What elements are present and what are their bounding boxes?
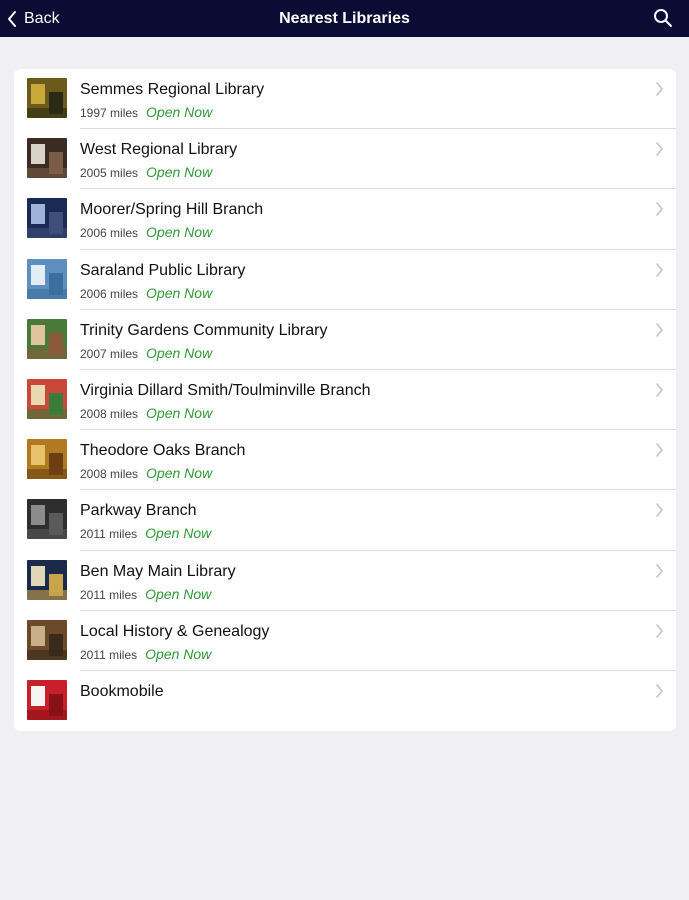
library-name: Virginia Dillard Smith/Toulminville Bran…: [80, 381, 371, 399]
chevron-right-icon: [656, 684, 663, 698]
library-distance: 2006 miles: [80, 226, 139, 241]
library-distance: 2006 miles: [80, 286, 139, 301]
library-row[interactable]: West Regional Library 2005 miles Open Now: [14, 129, 676, 190]
library-distance: 2008 miles: [80, 467, 139, 482]
library-row[interactable]: Parkway Branch 2011 miles Open Now: [14, 490, 676, 551]
chevron-right-icon: [656, 503, 663, 518]
chevron-right-icon: [656, 322, 663, 337]
library-row[interactable]: Bookmobile: [14, 671, 676, 731]
library-distance: 2005 miles: [80, 166, 139, 181]
library-name: Bookmobile: [80, 682, 164, 700]
library-name: Trinity Gardens Community Library: [80, 321, 328, 339]
library-name: Theodore Oaks Branch: [80, 442, 246, 460]
library-row[interactable]: Theodore Oaks Branch 2008 miles Open Now: [14, 430, 676, 491]
chevron-right-icon: [656, 383, 663, 397]
library-row[interactable]: Trinity Gardens Community Library 2007 mi…: [14, 310, 676, 370]
library-photo: [27, 619, 67, 660]
chevron-right-icon: [656, 563, 663, 578]
open-status: Open Now: [146, 344, 213, 361]
library-row[interactable]: Semmes Regional Library 1997 miles Open No…: [14, 69, 676, 130]
nav-bar: Back Nearest Libraries: [0, 0, 689, 37]
library-meta: 2011 miles Open Now: [80, 646, 211, 662]
library-name: Semmes Regional Library: [80, 81, 265, 98]
library-meta: 2006 miles Open Now: [80, 224, 212, 240]
library-meta: 2008 miles Open Now: [80, 405, 212, 421]
back-label: Back: [24, 9, 60, 27]
library-photo: [27, 378, 67, 419]
chevron-right-icon: [656, 623, 663, 638]
chevron-right-icon: [656, 443, 663, 457]
library-name: Local History & Genealogy: [80, 622, 270, 640]
library-distance: 2007 miles: [80, 346, 139, 361]
library-meta: 1997 miles Open Now: [80, 104, 212, 120]
open-status: Open Now: [146, 224, 213, 241]
library-photo: [27, 499, 67, 540]
open-status: Open Now: [146, 164, 213, 181]
open-status: Open Now: [146, 104, 213, 120]
library-distance: 2011 miles: [80, 587, 138, 602]
library-name: Ben May Main Library: [80, 562, 236, 580]
library-row[interactable]: Local History & Genealogy 2011 miles Open …: [14, 611, 676, 671]
chevron-left-icon: [8, 10, 16, 27]
library-photo: [27, 318, 67, 359]
search-icon[interactable]: [653, 8, 673, 28]
library-photo: [27, 138, 67, 179]
library-row[interactable]: Ben May Main Library 2011 miles Open Now: [14, 551, 676, 611]
back-button[interactable]: Back: [6, 0, 60, 37]
library-distance: 2008 miles: [80, 406, 139, 421]
library-name: Saraland Public Library: [80, 261, 246, 279]
open-status: Open Now: [145, 585, 212, 602]
library-row[interactable]: Saraland Public Library 2006 miles Open No…: [14, 250, 676, 310]
library-meta: 2006 miles Open Now: [80, 285, 212, 301]
page-title: Nearest Libraries: [279, 9, 410, 27]
library-meta: 2007 miles Open Now: [80, 345, 212, 361]
library-distance: 2011 miles: [80, 647, 138, 662]
chevron-right-icon: [656, 142, 663, 156]
library-name: Moorer/Spring Hill Branch: [80, 201, 264, 219]
library-name: Parkway Branch: [80, 502, 197, 520]
open-status: Open Now: [146, 465, 213, 482]
open-status: Open Now: [146, 404, 213, 421]
chevron-right-icon: [656, 262, 663, 277]
library-row[interactable]: Virginia Dillard Smith/Toulminville Bran…: [14, 370, 676, 431]
library-name: West Regional Library: [80, 141, 238, 159]
library-photo: [27, 198, 67, 239]
library-meta: 2008 miles Open Now: [80, 465, 212, 481]
library-distance: 1997 miles: [80, 106, 139, 120]
library-photo: [27, 439, 67, 480]
library-photo: [27, 679, 67, 720]
library-photo: [27, 78, 67, 118]
library-photo: [27, 559, 67, 600]
open-status: Open Now: [145, 525, 212, 542]
library-distance: 2011 miles: [80, 527, 138, 542]
chevron-right-icon: [656, 202, 663, 217]
library-row[interactable]: Moorer/Spring Hill Branch 2006 miles Open …: [14, 189, 676, 250]
open-status: Open Now: [146, 284, 213, 301]
chevron-right-icon: [656, 82, 663, 96]
library-list: Semmes Regional Library 1997 miles Open No…: [14, 69, 676, 732]
library-photo: [27, 258, 67, 299]
library-meta: 2011 miles Open Now: [80, 586, 211, 602]
open-status: Open Now: [145, 645, 212, 662]
library-meta: 2005 miles Open Now: [80, 164, 212, 180]
library-meta: 2011 miles Open Now: [80, 525, 211, 541]
